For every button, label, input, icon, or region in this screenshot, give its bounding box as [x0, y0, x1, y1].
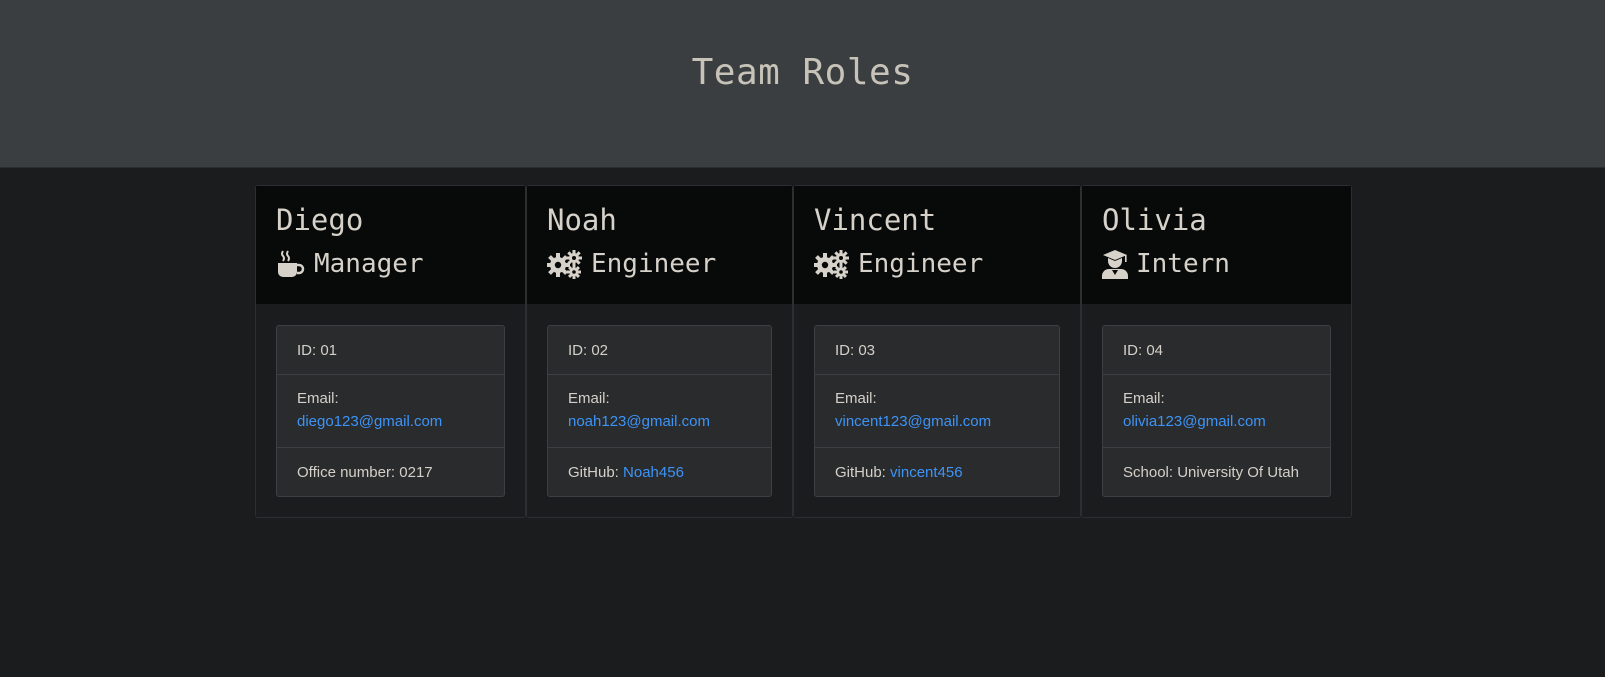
card-header: Olivia Intern: [1082, 186, 1351, 304]
employee-card: Diego Manager ID: 01 Email: diego123@gma…: [255, 185, 526, 518]
id-label: ID:: [1123, 342, 1143, 359]
employee-card: Noah Engineer ID: 02 Email: noah123@gmai…: [526, 185, 793, 518]
list-item-id: ID: 02: [548, 326, 771, 374]
cogs-icon: [547, 249, 583, 279]
info-list: ID: 02 Email: noah123@gmail.com GitHub: …: [547, 325, 772, 497]
id-label: ID:: [568, 342, 588, 359]
list-item-school: School: University Of Utah: [1103, 447, 1330, 496]
office-label: Office number:: [297, 464, 396, 481]
list-item-github: GitHub: vincent456: [815, 447, 1059, 496]
card-body: ID: 04 Email: olivia123@gmail.com School…: [1082, 304, 1351, 517]
github-link[interactable]: vincent456: [890, 464, 963, 481]
info-list: ID: 04 Email: olivia123@gmail.com School…: [1102, 325, 1331, 497]
info-list: ID: 01 Email: diego123@gmail.com Office …: [276, 325, 505, 497]
employee-name: Vincent: [814, 203, 937, 237]
id-value: 02: [591, 342, 609, 359]
school-value: University Of Utah: [1177, 464, 1299, 481]
card-body: ID: 03 Email: vincent123@gmail.com GitHu…: [794, 304, 1080, 517]
card-header: Vincent Engineer: [794, 186, 1080, 304]
github-label: GitHub:: [835, 464, 886, 481]
id-value: 01: [320, 342, 338, 359]
list-item-id: ID: 01: [277, 326, 504, 374]
list-item-github: GitHub: Noah456: [548, 447, 771, 496]
email-link[interactable]: olivia123@gmail.com: [1123, 413, 1266, 430]
list-item-email: Email: diego123@gmail.com: [277, 374, 504, 447]
employee-card: Vincent Engineer ID: 03 Email: vincent12…: [793, 185, 1081, 518]
role-label: Engineer: [858, 249, 984, 279]
card-header: Diego Manager: [256, 186, 525, 304]
email-link[interactable]: diego123@gmail.com: [297, 413, 442, 430]
list-item-email: Email: vincent123@gmail.com: [815, 374, 1059, 447]
card-header: Noah Engineer: [527, 186, 792, 304]
employee-role: Engineer: [814, 248, 1060, 280]
list-item-email: Email: olivia123@gmail.com: [1103, 374, 1330, 447]
email-link[interactable]: vincent123@gmail.com: [835, 413, 991, 430]
employee-name: Olivia: [1102, 203, 1207, 237]
list-item-office: Office number: 0217: [277, 447, 504, 496]
email-label: Email:: [297, 390, 339, 407]
email-label: Email:: [568, 390, 610, 407]
card-body: ID: 01 Email: diego123@gmail.com Office …: [256, 304, 525, 517]
github-link[interactable]: Noah456: [623, 464, 684, 481]
info-list: ID: 03 Email: vincent123@gmail.com GitHu…: [814, 325, 1060, 497]
role-label: Intern: [1136, 249, 1230, 279]
coffee-mug-icon: [276, 249, 306, 279]
page-title: Team Roles: [691, 52, 914, 93]
id-label: ID:: [835, 342, 855, 359]
role-label: Engineer: [591, 249, 717, 279]
employee-name: Noah: [547, 203, 617, 237]
email-label: Email:: [835, 390, 877, 407]
id-label: ID:: [297, 342, 317, 359]
team-cards: Diego Manager ID: 01 Email: diego123@gma…: [255, 185, 1352, 518]
cogs-icon: [814, 249, 850, 279]
id-value: 03: [858, 342, 876, 359]
employee-card: Olivia Intern ID: 04 Email: olivia123@gm…: [1081, 185, 1352, 518]
employee-role: Intern: [1102, 248, 1331, 280]
employee-role: Engineer: [547, 248, 772, 280]
list-item-id: ID: 04: [1103, 326, 1330, 374]
id-value: 04: [1146, 342, 1164, 359]
list-item-id: ID: 03: [815, 326, 1059, 374]
employee-role: Manager: [276, 248, 505, 280]
graduate-icon: [1102, 249, 1128, 279]
school-label: School:: [1123, 464, 1174, 481]
employee-name: Diego: [276, 203, 364, 237]
email-label: Email:: [1123, 390, 1165, 407]
page-header: Team Roles: [0, 0, 1605, 168]
role-label: Manager: [314, 249, 424, 279]
github-label: GitHub:: [568, 464, 619, 481]
list-item-email: Email: noah123@gmail.com: [548, 374, 771, 447]
office-value: 0217: [399, 464, 433, 481]
email-link[interactable]: noah123@gmail.com: [568, 413, 710, 430]
card-body: ID: 02 Email: noah123@gmail.com GitHub: …: [527, 304, 792, 517]
